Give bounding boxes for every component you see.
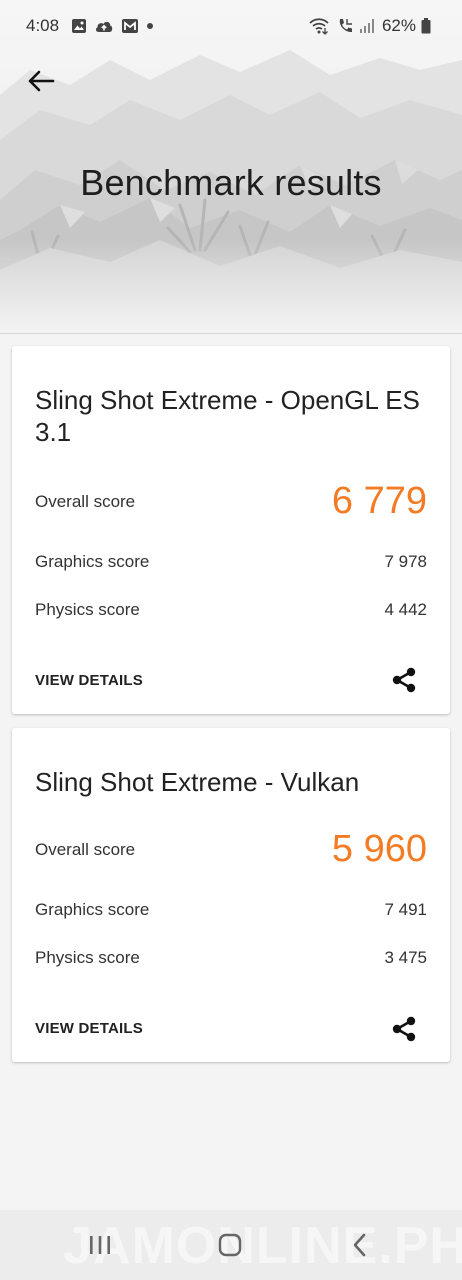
recents-button[interactable] <box>80 1228 120 1262</box>
share-button[interactable] <box>386 1011 422 1047</box>
result-card-opengl: Sling Shot Extreme - OpenGL ES 3.1 Overa… <box>12 346 450 714</box>
status-bar: 4:08 62% <box>0 0 462 52</box>
battery-percent: 62% <box>381 16 416 35</box>
wifi-call-icon <box>309 17 331 35</box>
overall-score-row: Overall score 6 779 <box>35 480 427 523</box>
status-time: 4:08 <box>26 16 60 35</box>
dot-icon <box>146 22 154 30</box>
home-icon <box>218 1233 242 1257</box>
cloud-upload-icon <box>94 18 114 34</box>
graphics-score-label: Graphics score <box>35 552 150 571</box>
physics-score-value: 4 442 <box>384 600 427 619</box>
overall-score-value: 6 779 <box>331 480 427 522</box>
overall-score-value: 5 960 <box>331 828 427 870</box>
navigation-bar: JAMONLINE.PH <box>0 1210 462 1280</box>
gmail-icon <box>121 18 139 34</box>
result-title: Sling Shot Extreme - OpenGL ES 3.1 <box>35 385 420 447</box>
overall-score-row: Overall score 5 960 <box>35 828 427 871</box>
view-details-button[interactable]: VIEW DETAILS <box>35 1020 143 1037</box>
arrow-left-icon <box>28 70 55 92</box>
physics-score-label: Physics score <box>35 948 140 967</box>
recents-icon <box>90 1236 110 1254</box>
call-icon <box>336 17 354 35</box>
image-icon <box>71 18 87 34</box>
physics-score-row: Physics score 3 475 <box>35 948 427 968</box>
graphics-score-row: Graphics score 7 491 <box>35 900 427 920</box>
result-card-vulkan: Sling Shot Extreme - Vulkan Overall scor… <box>12 728 450 1062</box>
share-button[interactable] <box>386 662 422 698</box>
share-icon <box>392 667 416 693</box>
page-title: Benchmark results <box>80 162 382 203</box>
battery-icon <box>421 18 431 34</box>
overall-score-label: Overall score <box>35 839 136 859</box>
signal-icon <box>359 18 375 34</box>
watermark: JAMONLINE.PH <box>63 1217 462 1275</box>
physics-score-label: Physics score <box>35 600 140 619</box>
home-button[interactable] <box>210 1228 250 1262</box>
overall-score-label: Overall score <box>35 491 136 511</box>
back-button[interactable] <box>22 62 60 100</box>
back-chevron-icon <box>353 1233 366 1257</box>
physics-score-row: Physics score 4 442 <box>35 600 427 620</box>
back-nav-button[interactable] <box>340 1228 380 1262</box>
graphics-score-label: Graphics score <box>35 900 150 919</box>
share-icon <box>392 1016 416 1042</box>
result-title: Sling Shot Extreme - Vulkan <box>35 767 360 797</box>
physics-score-value: 3 475 <box>384 948 427 967</box>
view-details-button[interactable]: VIEW DETAILS <box>35 672 143 689</box>
graphics-score-value: 7 491 <box>384 900 427 919</box>
graphics-score-row: Graphics score 7 978 <box>35 552 427 572</box>
graphics-score-value: 7 978 <box>384 552 427 571</box>
